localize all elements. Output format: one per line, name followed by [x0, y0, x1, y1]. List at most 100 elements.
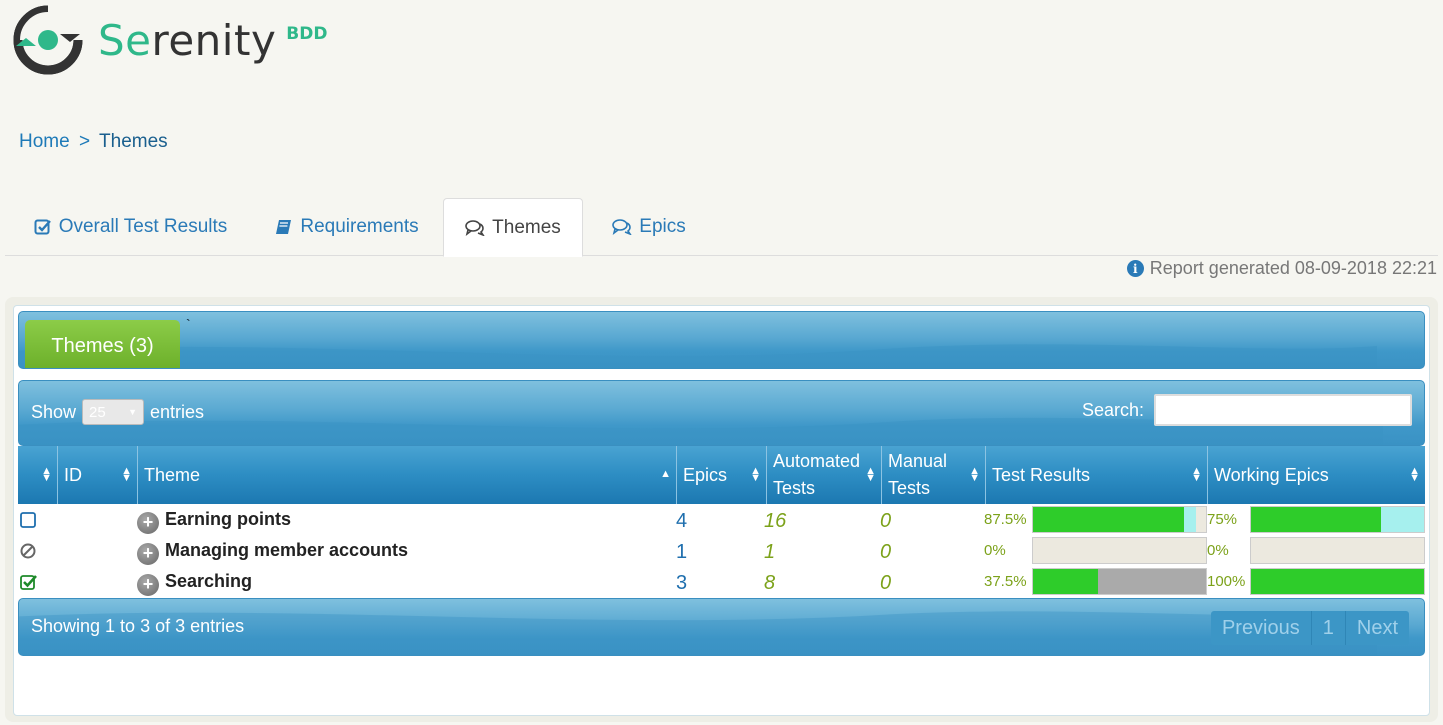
theme-cell[interactable]: + Managing member accounts: [137, 535, 408, 566]
search-label: Search:: [1081, 399, 1144, 420]
info-icon: i: [1126, 260, 1144, 277]
page-length-select[interactable]: 25 ▼: [82, 399, 145, 425]
report-generated: i Report generated 08-09-2018 22:21: [1126, 258, 1437, 279]
table-info: Showing 1 to 3 of 3 entries: [31, 616, 245, 636]
serenity-logo-icon: [13, 5, 83, 75]
main-tabs: Overall Test Results Requirements Themes…: [5, 198, 1438, 257]
test-result-bar: [1032, 506, 1207, 533]
test-result-bar: [1032, 568, 1207, 595]
check-square-icon: [34, 218, 52, 236]
column-status[interactable]: ▲ ▼: [18, 446, 57, 504]
serenity-logo: Serenity BDD: [12, 4, 327, 76]
passed-status-icon: [20, 566, 38, 597]
expand-icon[interactable]: +: [137, 511, 159, 534]
brand-suffix: BDD: [286, 24, 328, 44]
show-label: Show: [31, 401, 77, 422]
test-result-bar: [1032, 537, 1207, 564]
table-header: ▲ ▼ ID ▲ ▼ Theme ▲ Epics ▲ ▼ Automated Test…: [18, 446, 1425, 504]
automated-count: 1: [764, 541, 776, 563]
sort-icon: ▲ ▼: [969, 465, 980, 484]
column-manual-tests[interactable]: Manual Tests ▲ ▼: [881, 446, 985, 504]
theme-name[interactable]: Managing member accounts: [165, 540, 408, 561]
test-result-percent: 37.5%: [984, 573, 1027, 590]
epics-count: 4: [676, 510, 688, 532]
sort-icon: ▲ ▼: [750, 465, 761, 484]
working-epics-percent: 0%: [1207, 542, 1229, 559]
sort-icon: ▲ ▼: [865, 465, 876, 484]
themes-panel: Themes (3) ` Show 25 ▼ entries Search: ▲…: [13, 305, 1430, 716]
column-test-results[interactable]: Test Results ▲ ▼: [985, 446, 1207, 504]
manual-count: 0: [880, 541, 892, 563]
themes-header-bar: Themes (3) `: [18, 311, 1425, 369]
automated-count: 8: [764, 572, 776, 594]
page-length-value: 25: [89, 403, 106, 421]
themes-count-label: Themes (3): [51, 334, 154, 357]
themes-count-tab[interactable]: Themes (3): [25, 320, 180, 368]
tab-label: Epics: [639, 216, 686, 237]
table-row[interactable]: + Earning points 4 16 0 87.5% 75%: [18, 504, 1425, 535]
column-epics[interactable]: Epics ▲ ▼: [676, 446, 766, 504]
breadcrumb-separator: >: [78, 131, 91, 152]
expand-icon[interactable]: +: [137, 542, 159, 565]
tab-overall-test-results[interactable]: Overall Test Results: [15, 198, 246, 256]
sort-icon: ▲ ▼: [1409, 465, 1420, 484]
table-row[interactable]: + Searching 3 8 0 37.5% 100%: [18, 566, 1425, 597]
chevron-down-icon: ▼: [128, 407, 138, 417]
previous-page-button[interactable]: Previous: [1211, 611, 1311, 645]
epics-count: 1: [676, 541, 688, 563]
working-epics-percent: 100%: [1207, 573, 1246, 590]
sort-icon: ▲ ▼: [41, 465, 52, 484]
pagination: Previous 1 Next: [1210, 611, 1409, 645]
comments-icon: [465, 219, 485, 236]
page-1-button[interactable]: 1: [1310, 611, 1345, 645]
themes-table: Show 25 ▼ entries Search: ▲ ▼ ID ▲ ▼ The…: [18, 380, 1425, 656]
test-result-percent: 0%: [984, 542, 1006, 559]
brand-name: Serenity: [98, 15, 277, 65]
tab-themes[interactable]: Themes: [443, 198, 583, 257]
tab-epics[interactable]: Epics: [597, 198, 701, 256]
sort-icon: ▲ ▼: [1191, 465, 1202, 484]
report-generated-text: Report generated 08-09-2018 22:21: [1149, 258, 1437, 278]
page-length-control: Show 25 ▼ entries: [31, 399, 204, 425]
table-footer: Showing 1 to 3 of 3 entries Previous 1 N…: [18, 598, 1425, 656]
table-toolbar: Show 25 ▼ entries Search:: [18, 380, 1425, 446]
working-epics-bar: [1250, 506, 1425, 533]
content-area: Themes (3) ` Show 25 ▼ entries Search: ▲…: [5, 297, 1438, 722]
manual-count: 0: [880, 510, 892, 532]
column-id[interactable]: ID ▲ ▼: [57, 446, 137, 504]
sort-ascending-icon: ▲: [660, 468, 671, 480]
epics-count: 3: [676, 572, 688, 594]
theme-name[interactable]: Searching: [165, 571, 252, 592]
theme-cell[interactable]: + Earning points: [137, 504, 291, 535]
test-result-percent: 87.5%: [984, 511, 1027, 528]
table-search: Search:: [1082, 394, 1412, 426]
theme-name[interactable]: Earning points: [165, 509, 291, 530]
column-theme[interactable]: Theme ▲: [137, 446, 676, 504]
tab-label: Overall Test Results: [58, 216, 228, 237]
manual-count: 0: [880, 572, 892, 594]
comments-icon: [612, 219, 632, 235]
breadcrumb-current: Themes: [99, 131, 168, 152]
working-epics-bar: [1250, 568, 1425, 595]
working-epics-percent: 75%: [1207, 511, 1238, 528]
breadcrumb-home-link[interactable]: Home: [19, 131, 70, 152]
expand-icon[interactable]: +: [137, 573, 159, 596]
sort-icon: ▲ ▼: [121, 465, 132, 484]
stray-mark: `: [186, 316, 191, 332]
tab-label: Requirements: [300, 216, 419, 237]
tab-label: Themes: [492, 216, 561, 238]
book-icon: [275, 218, 293, 236]
tab-requirements[interactable]: Requirements: [261, 198, 433, 256]
breadcrumb: Home > Themes: [19, 131, 168, 153]
next-page-button[interactable]: Next: [1344, 611, 1409, 645]
theme-cell[interactable]: + Searching: [137, 566, 252, 597]
working-epics-bar: [1250, 537, 1425, 564]
pending-status-icon: [20, 504, 38, 535]
column-automated-tests[interactable]: Automated Tests ▲ ▼: [766, 446, 881, 504]
ignored-status-icon: [20, 535, 38, 566]
column-working-epics[interactable]: Working Epics ▲ ▼: [1207, 446, 1425, 504]
automated-count: 16: [764, 510, 787, 532]
entries-label: entries: [150, 401, 205, 422]
search-input[interactable]: [1154, 394, 1412, 426]
table-row[interactable]: + Managing member accounts 1 1 0 0% 0%: [18, 535, 1425, 566]
